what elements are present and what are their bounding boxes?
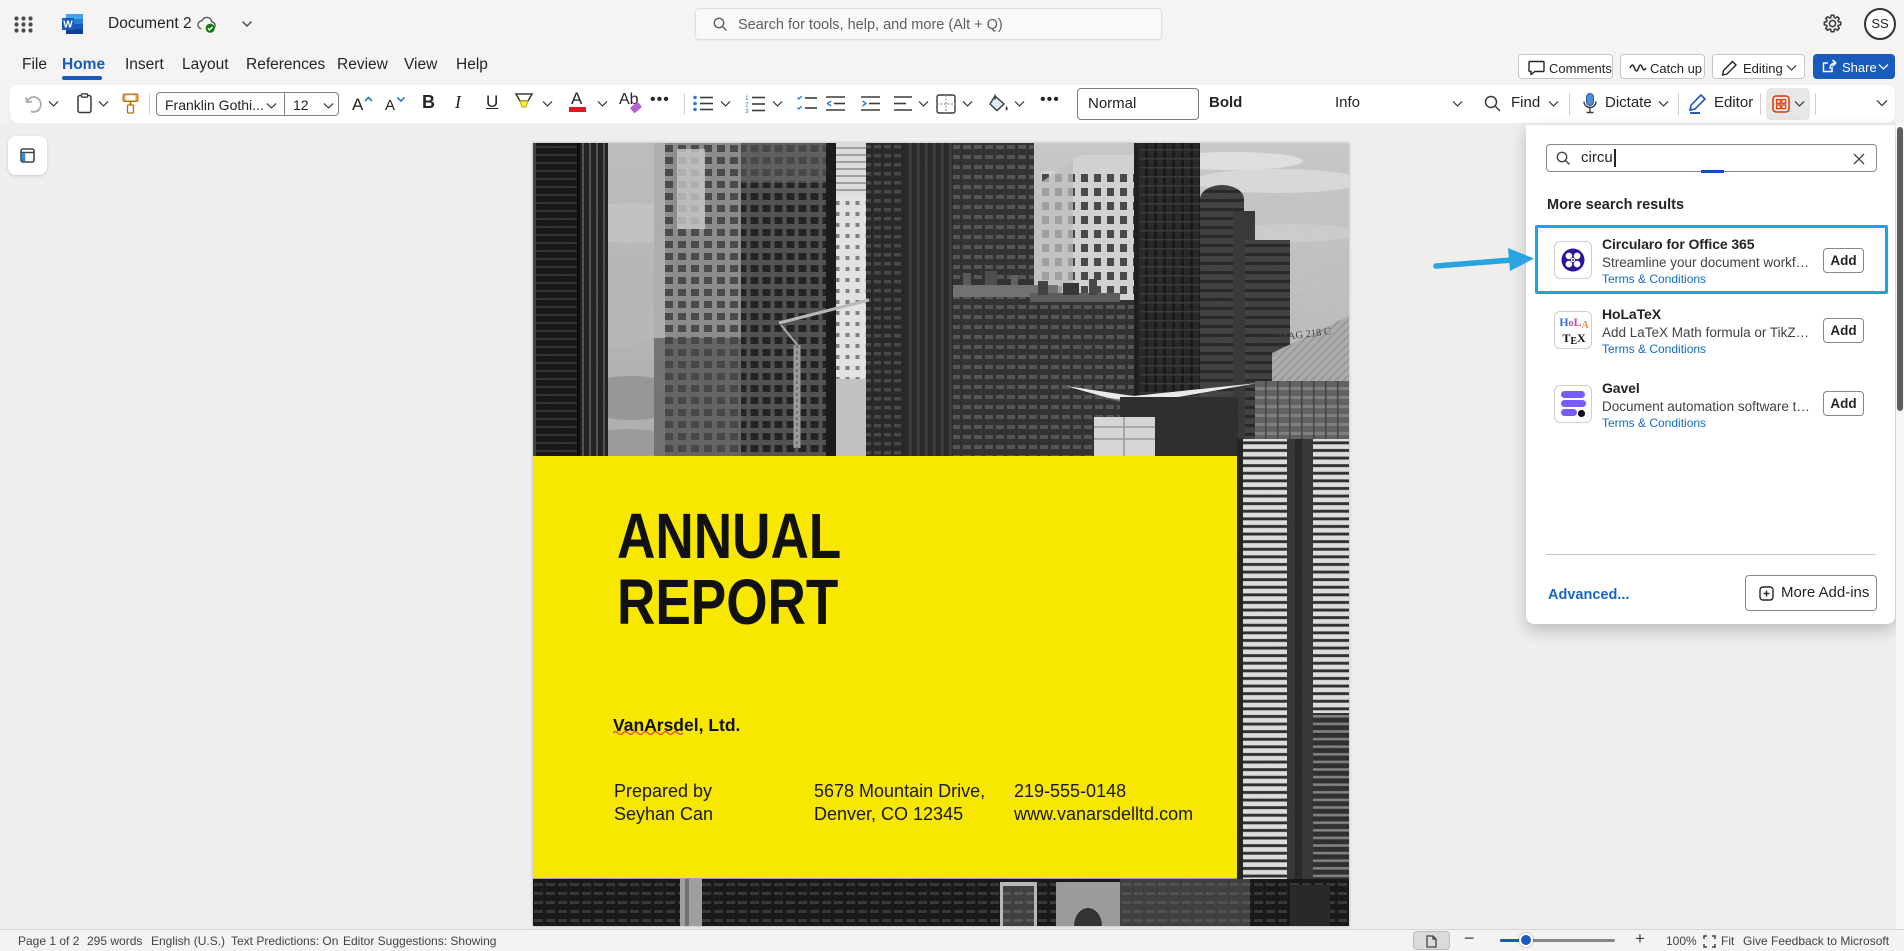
svg-text:3: 3 xyxy=(745,108,749,113)
svg-text:A: A xyxy=(352,95,364,114)
svg-text:A: A xyxy=(385,97,395,114)
svg-text:W: W xyxy=(63,20,73,31)
